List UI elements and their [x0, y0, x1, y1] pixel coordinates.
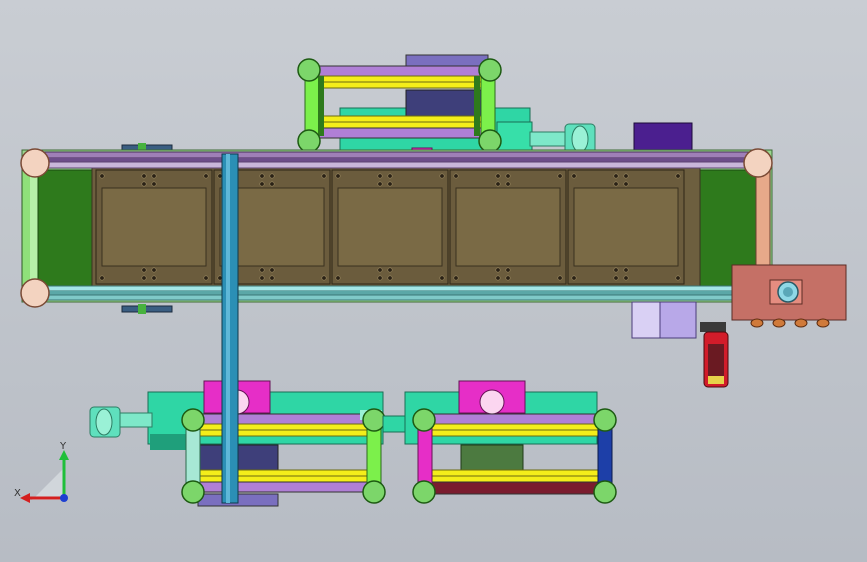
- main-conveyor[interactable]: [20, 143, 773, 314]
- pallet[interactable]: [567, 169, 685, 285]
- pallet-row[interactable]: [95, 169, 685, 285]
- pallet[interactable]: [95, 169, 213, 285]
- motor-box[interactable]: [633, 122, 693, 154]
- sensor-cylinder[interactable]: [700, 322, 729, 388]
- bottom-right-gripper-module[interactable]: [382, 380, 617, 504]
- top-gripper-module[interactable]: [297, 54, 596, 159]
- y-axis-label: Y: [59, 441, 67, 452]
- x-axis-label: X: [14, 488, 21, 499]
- z-axis-dot: [60, 494, 68, 502]
- coordinate-triad: Y X: [14, 441, 69, 503]
- x-axis-arrowhead: [20, 493, 30, 503]
- pallet[interactable]: [331, 169, 449, 285]
- drive-unit[interactable]: [731, 264, 847, 328]
- cad-viewport[interactable]: Y X: [0, 0, 867, 562]
- pallet[interactable]: [449, 169, 567, 285]
- assembly-model[interactable]: [0, 0, 867, 562]
- bearing-block[interactable]: [631, 301, 697, 339]
- vertical-guide-bar[interactable]: [221, 153, 239, 504]
